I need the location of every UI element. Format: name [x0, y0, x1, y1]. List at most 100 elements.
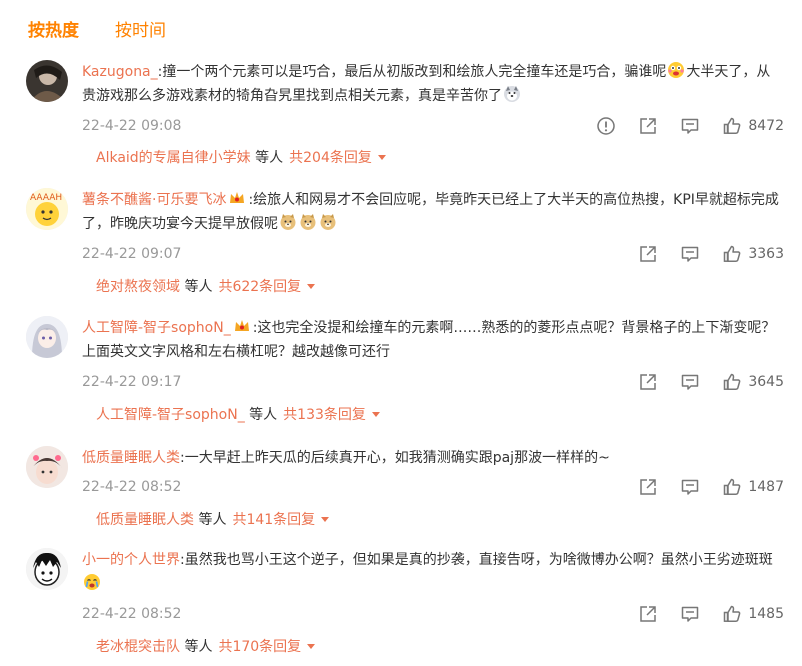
reply-username[interactable]: 人工智障-智子sophoN_ [96, 407, 245, 423]
comment-time: 22-4-22 09:07 [82, 246, 182, 262]
reply-others-label: 等人 [198, 512, 227, 528]
tab-by-time[interactable]: 按时间 [115, 18, 166, 46]
like-button[interactable]: 3645 [722, 370, 784, 394]
comment-username[interactable]: 低质量睡眠人类 [82, 450, 180, 466]
comment-username[interactable]: Kazugona_ [82, 64, 158, 80]
share-button[interactable] [638, 477, 658, 497]
share-button[interactable] [638, 244, 658, 264]
comment-icon [682, 374, 699, 390]
reply-summary[interactable]: 绝对熬夜领域 等人 共622条回复 [96, 276, 316, 298]
avatar[interactable]: AAAAH [26, 188, 68, 230]
reply-count-link[interactable]: 共133条回复 [283, 407, 366, 423]
avatar[interactable] [26, 446, 68, 488]
comment-text: Kazugona_:撞一个两个元素可以是巧合，最后从初版改到和绘旅人完全撞车还是… [82, 60, 784, 108]
tab-by-hot[interactable]: 按热度 [28, 18, 79, 46]
comment-text: 低质量睡眠人类:一大早赶上昨天瓜的后续真开心，如我猜测确实跟paj那波一样样的~ [82, 446, 784, 470]
comment-actions: 3363 [616, 242, 784, 266]
comment-button[interactable] [680, 477, 700, 497]
like-count: 8472 [748, 118, 784, 134]
share-button[interactable] [638, 604, 658, 624]
share-button[interactable] [638, 372, 658, 392]
comment-item: Kazugona_:撞一个两个元素可以是巧合，最后从初版改到和绘旅人完全撞车还是… [26, 60, 784, 178]
reply-summary[interactable]: 低质量睡眠人类 等人 共141条回复 [96, 509, 330, 531]
comment-text: 人工智障-智子sophoN_:这也完全没提和绘撞车的元素啊……熟悉的的菱形点点呢… [82, 316, 784, 364]
chevron-down-icon [371, 412, 380, 417]
share-icon [640, 479, 657, 495]
comment-meta: 22-4-22 09:08 8472 [82, 114, 784, 138]
comment-item: 低质量睡眠人类:一大早赶上昨天瓜的后续真开心，如我猜测确实跟paj那波一样样的~… [26, 446, 784, 538]
crying-emoji-icon [83, 573, 101, 591]
comment-actions: 8472 [574, 114, 784, 138]
vip-crown-icon [233, 318, 251, 334]
like-count: 1487 [748, 479, 784, 495]
like-icon [724, 373, 741, 390]
reply-count-link[interactable]: 共170条回复 [218, 639, 301, 655]
reply-username[interactable]: 低质量睡眠人类 [96, 512, 194, 528]
reply-summary[interactable]: Alkaid的专属自律小学妹 等人 共204条回复 [96, 147, 386, 169]
report-button[interactable] [596, 116, 616, 136]
share-icon [640, 374, 657, 390]
comment-item: 人工智障-智子sophoN_:这也完全没提和绘撞车的元素啊……熟悉的的菱形点点呢… [26, 316, 784, 434]
like-icon [724, 605, 741, 622]
comment-meta: 22-4-22 09:17 3645 [82, 370, 784, 394]
comment-meta: 22-4-22 09:07 3363 [82, 242, 784, 266]
reply-others-label: 等人 [184, 279, 213, 295]
comment-actions: 1485 [616, 602, 784, 626]
comment-content: :撞一个两个元素可以是巧合，最后从初版改到和绘旅人完全撞车还是巧合，骗谁呢 [157, 64, 667, 80]
comment-content: :一大早赶上昨天瓜的后续真开心，如我猜测确实跟paj那波一样样的~ [180, 450, 610, 466]
comment-button[interactable] [680, 372, 700, 392]
doge-emoji-icon [319, 213, 337, 231]
reply-summary[interactable]: 人工智障-智子sophoN_ 等人 共133条回复 [96, 404, 380, 426]
reply-others-label: 等人 [255, 150, 284, 166]
comment-username[interactable]: 薯条不醮酱·可乐要飞冰 [82, 192, 226, 208]
share-button[interactable] [638, 116, 658, 136]
sort-tabs: 按热度 按时间 [28, 18, 166, 46]
reply-count-link[interactable]: 共204条回复 [289, 150, 372, 166]
report-icon [597, 117, 616, 135]
comment-text: 小一的个人世界:虽然我也骂小王这个逆子，但如果是真的抄袭，直接告呀，为啥微博办公… [82, 548, 784, 596]
doge-emoji-icon [299, 213, 317, 231]
comment-content: :虽然我也骂小王这个逆子，但如果是真的抄袭，直接告呀，为啥微博办公啊？虽然小王劣… [180, 552, 773, 568]
share-icon [640, 606, 657, 622]
like-icon [724, 478, 741, 495]
chevron-down-icon [307, 644, 316, 649]
comment-button[interactable] [680, 116, 700, 136]
comment-button[interactable] [680, 604, 700, 624]
like-button[interactable]: 1485 [722, 602, 784, 626]
reply-summary[interactable]: 老冰棍突击队 等人 共170条回复 [96, 636, 316, 658]
comment-button[interactable] [680, 244, 700, 264]
reply-others-label: 等人 [249, 407, 278, 423]
avatar[interactable] [26, 548, 68, 590]
comment-username[interactable]: 人工智障-智子sophoN_ [82, 320, 231, 336]
reply-count-link[interactable]: 共622条回复 [218, 279, 301, 295]
reply-username[interactable]: Alkaid的专属自律小学妹 [96, 150, 251, 166]
like-button[interactable]: 8472 [722, 114, 784, 138]
crazy-emoji-icon [667, 61, 685, 79]
like-count: 3363 [748, 246, 784, 262]
comment-actions: 1487 [616, 475, 784, 499]
comment-icon [682, 606, 699, 622]
husky-emoji-icon [503, 85, 521, 103]
like-count: 1485 [748, 606, 784, 622]
reply-username[interactable]: 绝对熬夜领域 [96, 279, 180, 295]
comment-username[interactable]: 小一的个人世界 [82, 552, 180, 568]
reply-others-label: 等人 [184, 639, 213, 655]
comment-item: 小一的个人世界:虽然我也骂小王这个逆子，但如果是真的抄袭，直接告呀，为啥微博办公… [26, 548, 784, 664]
reply-count-link[interactable]: 共141条回复 [232, 512, 315, 528]
svg-text:AAAAH: AAAAH [30, 193, 62, 203]
avatar[interactable] [26, 316, 68, 358]
comment-meta: 22-4-22 08:52 1487 [82, 475, 784, 499]
comment-icon [682, 118, 699, 134]
like-button[interactable]: 3363 [722, 242, 784, 266]
chevron-down-icon [321, 517, 330, 522]
like-icon [724, 117, 741, 134]
avatar[interactable] [26, 60, 68, 102]
comment-icon [682, 479, 699, 495]
like-button[interactable]: 1487 [722, 475, 784, 499]
chevron-down-icon [307, 284, 316, 289]
reply-username[interactable]: 老冰棍突击队 [96, 639, 180, 655]
comment-icon [682, 246, 699, 262]
comment-actions: 3645 [616, 370, 784, 394]
doge-emoji-icon [279, 213, 297, 231]
comment-text: 薯条不醮酱·可乐要飞冰:绘旅人和网易才不会回应呢，毕竟昨天已经上了大半天的高位热… [82, 188, 784, 236]
